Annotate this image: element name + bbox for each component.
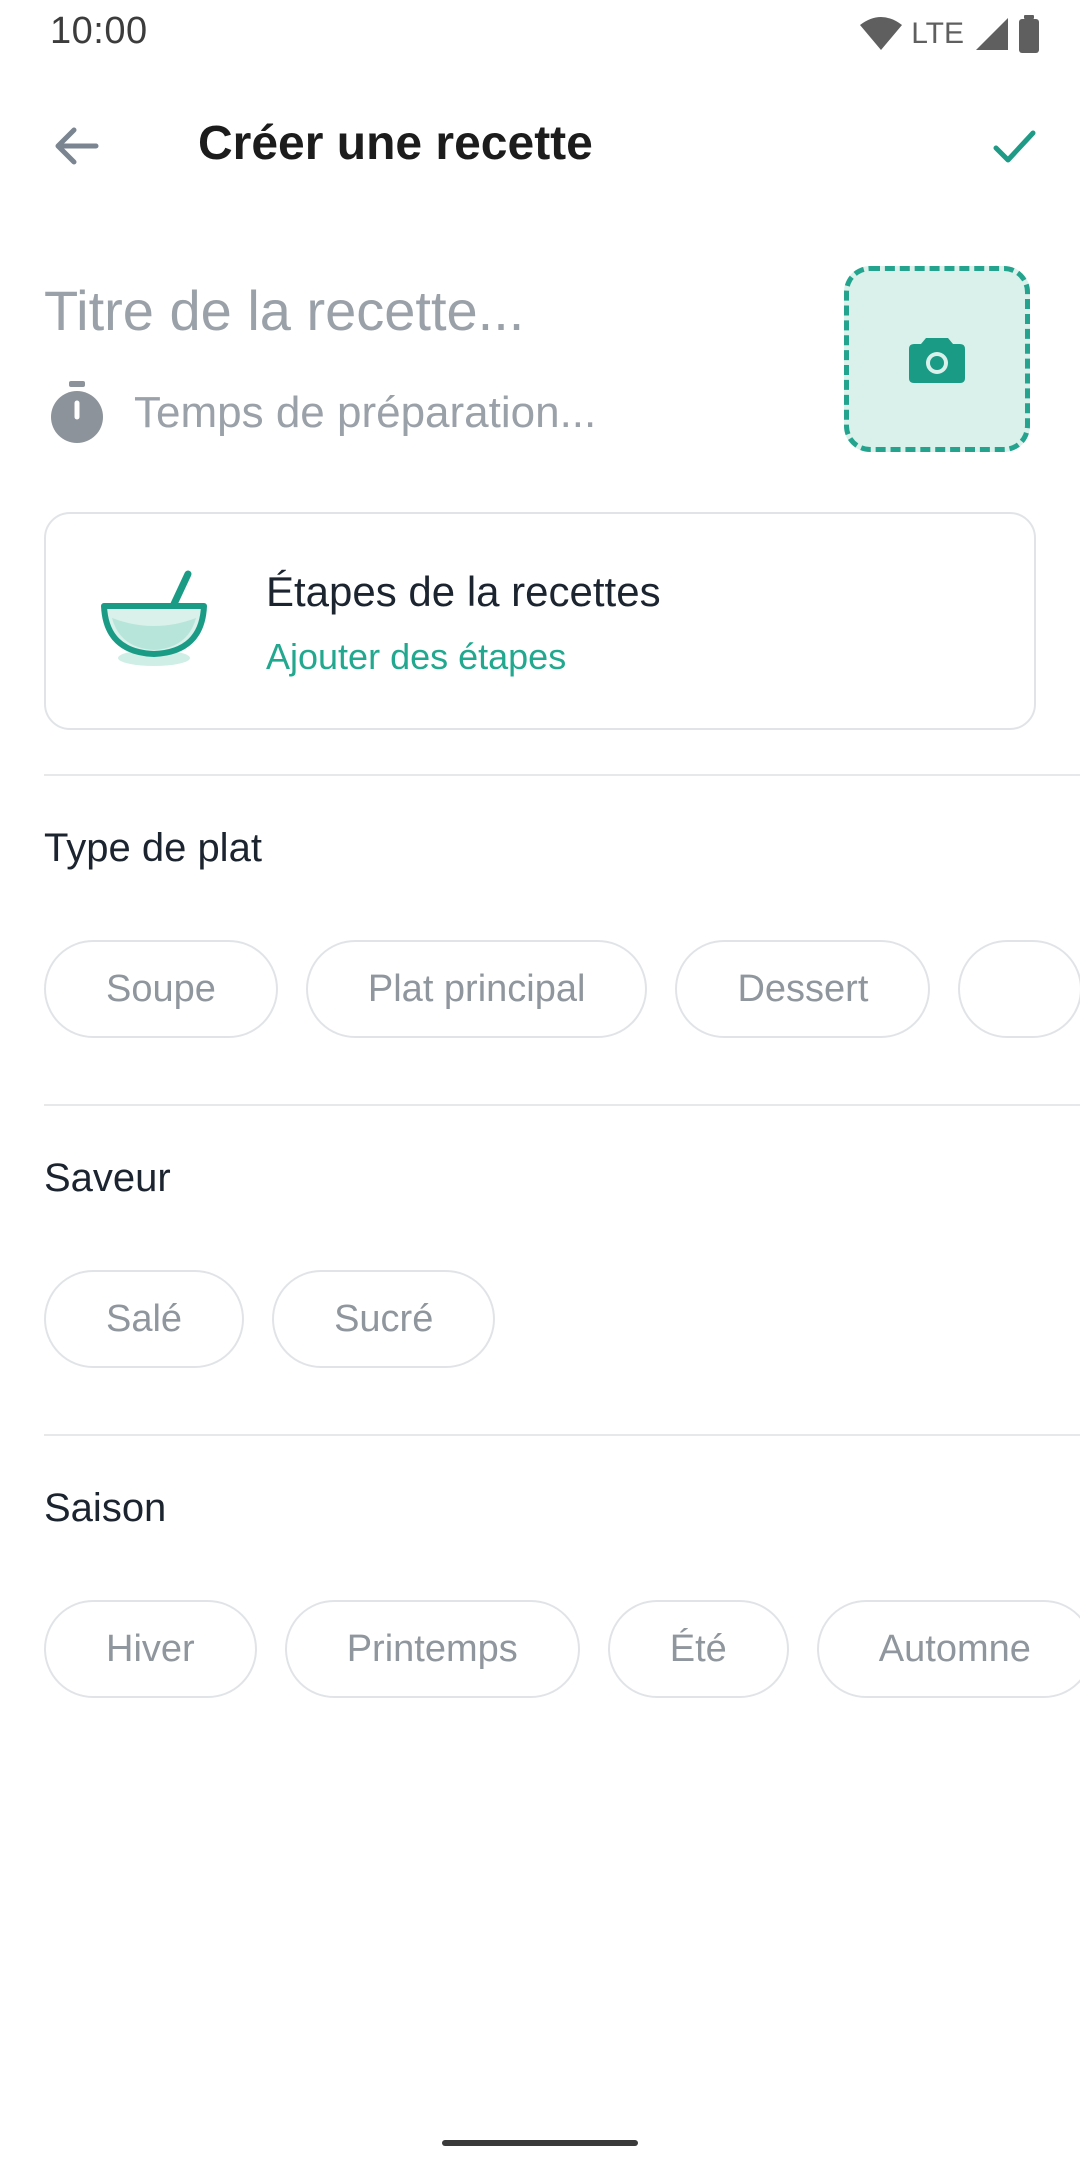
battery-icon [1019, 15, 1039, 53]
create-recipe-screen: 10:00 LTE Créer une recette Titre de la … [0, 0, 1080, 2160]
chip-ete[interactable]: Été [607, 1600, 789, 1698]
cell-signal-icon [976, 18, 1008, 50]
divider [44, 1434, 1080, 1436]
divider [44, 1104, 1080, 1106]
add-photo-button[interactable] [844, 266, 1030, 452]
chip-plat-principal[interactable]: Plat principal [305, 940, 648, 1038]
bowl-icon [101, 570, 207, 666]
prep-time-placeholder: Temps de préparation... [134, 388, 597, 437]
divider [44, 774, 1080, 776]
confirm-button[interactable] [978, 110, 1050, 182]
gesture-nav-handle[interactable] [442, 2140, 638, 2146]
page-title: Créer une recette [198, 117, 593, 170]
steps-card-title: Étapes de la recettes [266, 568, 661, 615]
chip-row-dish-type: Soupe Plat principal Dessert [44, 940, 1080, 1038]
camera-icon [909, 338, 965, 383]
app-bar: Créer une recette [0, 96, 1080, 192]
wifi-icon [860, 17, 903, 50]
status-time: 10:00 [50, 10, 148, 52]
stopwatch-icon [51, 381, 103, 443]
chip-automne[interactable]: Automne [816, 1600, 1080, 1698]
status-bar: 10:00 LTE [0, 0, 1080, 66]
chip-sucre[interactable]: Sucré [272, 1270, 496, 1368]
recipe-title-input[interactable]: Titre de la recette... [44, 278, 524, 343]
section-title-flavor: Saveur [44, 1156, 171, 1200]
chip-row-season: Hiver Printemps Été Automne [44, 1600, 1080, 1698]
recipe-steps-card[interactable]: Étapes de la recettes Ajouter des étapes [44, 512, 1036, 730]
chip-row-flavor: Salé Sucré [44, 1270, 496, 1368]
status-icons: LTE [859, 14, 1040, 54]
arrow-back-icon [55, 127, 99, 165]
chip-printemps[interactable]: Printemps [284, 1600, 580, 1698]
back-button[interactable] [40, 110, 112, 182]
chip-soupe[interactable]: Soupe [44, 940, 278, 1038]
network-type-label: LTE [911, 17, 964, 50]
chip-more-dish-type[interactable] [958, 940, 1080, 1038]
check-icon [993, 130, 1036, 163]
chip-sale[interactable]: Salé [44, 1270, 245, 1368]
section-title-season: Saison [44, 1486, 167, 1530]
chip-hiver[interactable]: Hiver [44, 1600, 257, 1698]
prep-time-field[interactable]: Temps de préparation... [48, 380, 596, 446]
add-steps-link[interactable]: Ajouter des étapes [266, 636, 566, 678]
chip-dessert[interactable]: Dessert [675, 940, 931, 1038]
section-title-dish-type: Type de plat [44, 826, 262, 870]
